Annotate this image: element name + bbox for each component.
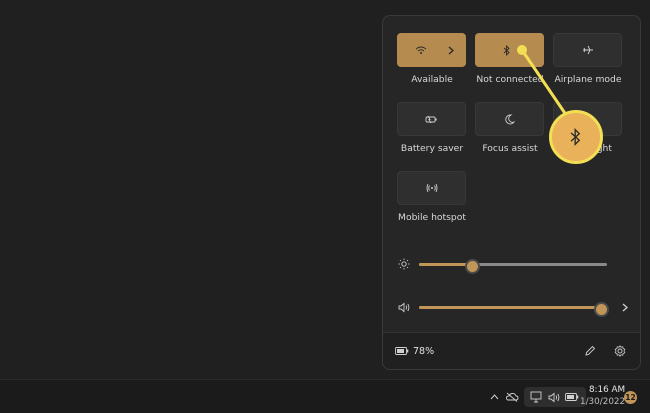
focus-assist-toggle[interactable] xyxy=(475,102,544,136)
tile-battery-saver: Battery saver xyxy=(397,102,467,154)
taskbar: 8:16 AM 1/30/2022 12 xyxy=(0,379,650,413)
airplane-icon xyxy=(582,45,594,55)
chevron-right-icon xyxy=(448,45,454,55)
footer-actions xyxy=(582,343,628,359)
callout-magnifier xyxy=(549,110,603,164)
clock-date: 1/30/2022 xyxy=(580,397,626,407)
tile-mobile-hotspot: Mobile hotspot xyxy=(397,171,467,223)
wifi-toggle[interactable] xyxy=(397,33,466,67)
notification-badge[interactable]: 12 xyxy=(624,391,637,404)
system-tray xyxy=(486,386,586,408)
audio-output-chevron-icon[interactable] xyxy=(619,301,631,313)
tile-label: Mobile hotspot xyxy=(398,212,466,223)
quick-settings-content: Available Not connected Airplane mode Ba… xyxy=(383,16,640,334)
mobile-hotspot-toggle[interactable] xyxy=(397,171,466,205)
quick-settings-tray-button[interactable] xyxy=(524,387,586,407)
brightness-thumb[interactable] xyxy=(464,259,480,274)
battery-status[interactable]: 78% xyxy=(395,346,434,357)
tile-wifi: Available xyxy=(397,33,467,85)
wifi-icon xyxy=(415,45,427,55)
tile-label: Battery saver xyxy=(400,143,464,154)
volume-fill xyxy=(419,306,602,309)
tile-label: Airplane mode xyxy=(554,74,622,85)
brightness-slider-row xyxy=(397,256,627,274)
bluetooth-icon xyxy=(503,44,511,56)
moon-icon xyxy=(504,114,515,125)
bluetooth-icon xyxy=(569,128,583,146)
speaker-icon xyxy=(546,389,562,405)
battery-icon xyxy=(395,347,409,355)
wifi-expand-button[interactable] xyxy=(437,34,465,66)
hotspot-icon xyxy=(426,183,438,193)
volume-thumb[interactable] xyxy=(594,302,610,317)
brightness-fill xyxy=(419,263,472,266)
battery-saver-icon xyxy=(425,115,438,124)
quick-settings-panel: Available Not connected Airplane mode Ba… xyxy=(382,15,641,370)
clock-time: 8:16 AM xyxy=(588,385,626,395)
gear-icon[interactable] xyxy=(612,343,628,359)
cloud-off-icon[interactable] xyxy=(504,389,520,405)
tile-airplane: Airplane mode xyxy=(553,33,623,85)
edit-icon[interactable] xyxy=(582,343,598,359)
tile-label: Focus assist xyxy=(482,143,538,154)
volume-slider-row xyxy=(397,299,628,317)
bluetooth-toggle[interactable] xyxy=(475,33,544,67)
brightness-icon xyxy=(397,258,411,270)
tile-bluetooth: Not connected xyxy=(475,33,545,85)
speaker-icon[interactable] xyxy=(397,301,411,313)
tile-focus-assist: Focus assist xyxy=(475,102,545,154)
tile-label: Available xyxy=(411,74,453,85)
battery-saver-toggle[interactable] xyxy=(397,102,466,136)
chevron-up-icon[interactable] xyxy=(486,389,502,405)
airplane-toggle[interactable] xyxy=(553,33,622,67)
tile-label: Not connected xyxy=(476,74,544,85)
brightness-track[interactable] xyxy=(419,259,607,274)
battery-percent: 78% xyxy=(413,345,435,357)
quick-settings-footer: 78% xyxy=(383,332,640,369)
volume-track[interactable] xyxy=(419,302,610,317)
taskbar-clock[interactable]: 8:16 AM 1/30/2022 xyxy=(580,384,625,408)
network-icon xyxy=(528,389,544,405)
battery-icon xyxy=(564,389,580,405)
